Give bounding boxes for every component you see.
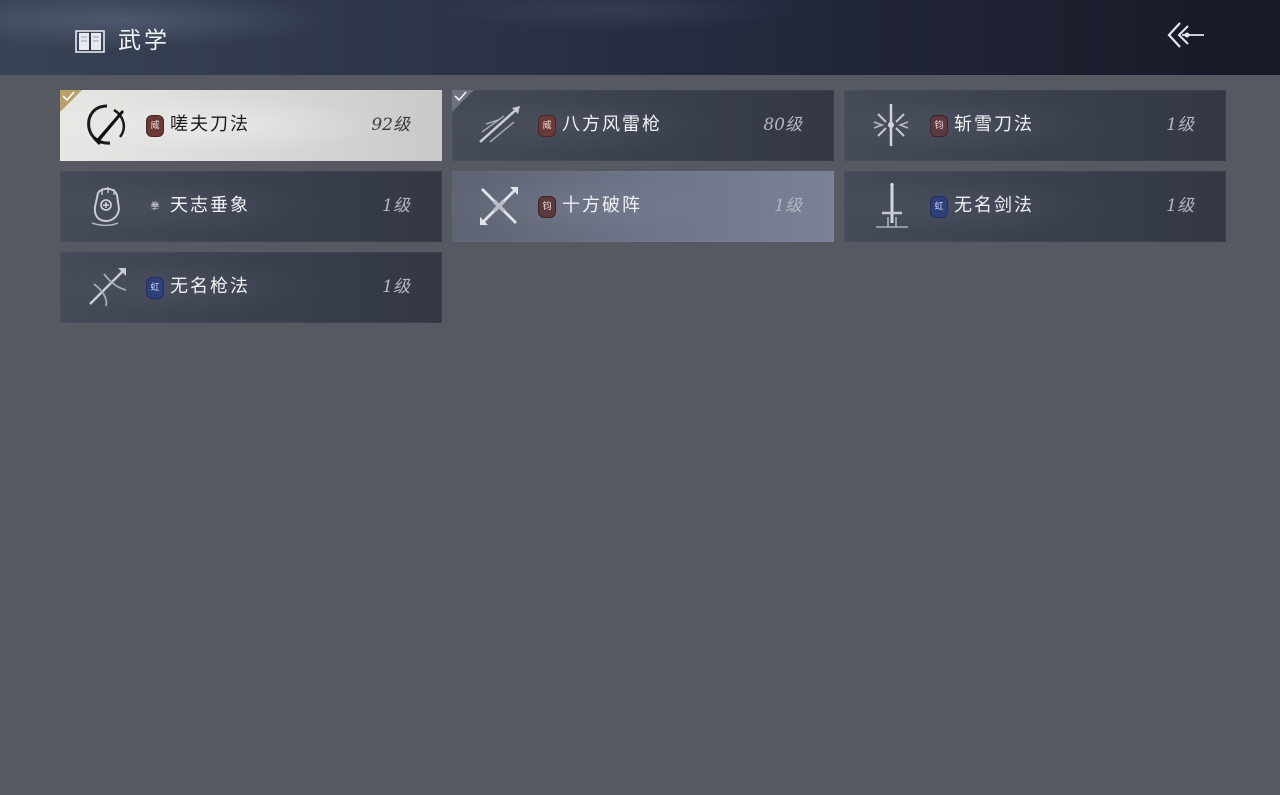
skill-level: 80级 <box>763 115 802 135</box>
skill-level: 92级 <box>371 115 410 135</box>
skill-name: 无名枪法 <box>170 276 250 297</box>
skill-name: 斩雪刀法 <box>954 114 1034 135</box>
skill-name: 嗟夫刀法 <box>170 114 250 135</box>
skill-name: 无名剑法 <box>954 195 1034 216</box>
skill-badge: 虹 <box>931 197 947 217</box>
skill-level: 1级 <box>1166 115 1194 135</box>
skill-name: 八方风雷枪 <box>562 114 662 135</box>
skill-name: 十方破阵 <box>562 195 642 216</box>
blade-swirl-icon <box>87 104 126 146</box>
spear-strike-icon <box>479 106 520 143</box>
skill-card[interactable]: 威 八方风雷枪 80级 <box>452 90 834 161</box>
skill-card[interactable]: 虹 无名枪法 1级 <box>60 252 442 323</box>
crossed-blades-icon <box>480 187 518 225</box>
skill-level: 1级 <box>382 196 410 216</box>
sword-icon <box>876 183 908 228</box>
back-arrow-icon[interactable] <box>1162 18 1210 52</box>
skill-badge: 钧 <box>539 197 555 217</box>
skill-badge: 威 <box>147 116 163 136</box>
page-title: 武学 <box>118 28 170 54</box>
book-icon <box>75 30 105 53</box>
skill-badge: 威 <box>539 116 555 136</box>
check-icon <box>62 91 75 102</box>
snow-blade-icon <box>873 104 909 146</box>
skill-badge: 钧 <box>931 116 947 136</box>
skill-level: 1级 <box>382 277 410 297</box>
skill-badge: 虹 <box>147 278 163 298</box>
skill-card[interactable]: 拳 天志垂象 1级 <box>60 171 442 242</box>
skill-level: 1级 <box>774 196 802 216</box>
spear-slash-icon <box>89 268 127 307</box>
check-icon <box>454 91 467 102</box>
skill-card[interactable]: 钧 十方破阵 1级 <box>452 171 834 242</box>
skill-card[interactable]: 虹 无名剑法 1级 <box>844 171 1226 242</box>
skill-grid: 威 嗟夫刀法 92级 威 八方风雷枪 80级 钧 斩雪刀法 1级 拳 天志垂象 … <box>60 90 1226 323</box>
top-bar: 武学 <box>0 0 1280 75</box>
fist-sigil-icon <box>91 187 121 227</box>
skill-name: 天志垂象 <box>170 195 250 216</box>
skill-level: 1级 <box>1166 196 1194 216</box>
skill-badge: 拳 <box>150 202 160 212</box>
skill-card[interactable]: 威 嗟夫刀法 92级 <box>60 90 442 161</box>
skill-card[interactable]: 钧 斩雪刀法 1级 <box>844 90 1226 161</box>
